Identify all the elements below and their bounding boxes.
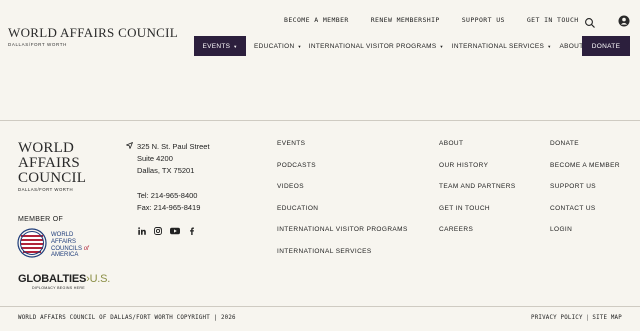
nav-ivp-label: INTERNATIONAL VISITOR PROGRAMS	[308, 42, 437, 50]
copyright-divider	[0, 306, 640, 307]
instagram-icon[interactable]	[154, 227, 162, 235]
nav-events-label: EVENTS	[202, 42, 231, 50]
top-utility-nav: BECOME A MEMBER RENEW MEMBERSHIP SUPPORT…	[284, 16, 579, 24]
footer-logo-line: WORLD	[18, 140, 74, 156]
wacca-of: of	[83, 245, 89, 252]
footer-link-donate[interactable]: DONATE	[550, 140, 620, 162]
address-line: Dallas, TX 75201	[137, 166, 195, 176]
legal-links: PRIVACY POLICY | SITE MAP	[531, 315, 622, 321]
user-icon[interactable]	[618, 14, 630, 27]
nav-ivp[interactable]: INTERNATIONAL VISITOR PROGRAMS ▼	[309, 36, 444, 56]
address: 325 N. St. Paul Street Suite 4200 Dallas…	[137, 141, 210, 178]
footer-link-services[interactable]: INTERNATIONAL SERVICES	[277, 248, 408, 270]
address-line: Suite 4200	[137, 154, 173, 164]
chevron-down-icon: ▼	[233, 43, 238, 49]
nav-education[interactable]: EDUCATION ▼	[254, 36, 302, 56]
donate-button[interactable]: DONATE	[582, 36, 630, 56]
get-in-touch-link[interactable]: GET IN TOUCH	[527, 16, 579, 24]
phone-number[interactable]: Tel: 214-965-8400	[137, 191, 197, 200]
global-ties-global: GLOBAL	[18, 273, 63, 285]
main-nav: EVENTS ▼ EDUCATION ▼ INTERNATIONAL VISITOR…	[194, 36, 591, 56]
nav-events[interactable]: EVENTS ▼	[194, 36, 246, 56]
footer-link-team[interactable]: TEAM AND PARTNERS	[439, 183, 516, 205]
footer-logo-subtitle: DALLAS/FORT WORTH	[18, 187, 74, 192]
footer-col-support: DONATE BECOME A MEMBER SUPPORT US CONTAC…	[550, 140, 620, 248]
logo-subtitle: DALLAS/FORT WORTH	[8, 42, 67, 47]
support-us-link[interactable]: SUPPORT US	[462, 16, 505, 24]
nav-services-label: INTERNATIONAL SERVICES	[451, 42, 545, 50]
wacca-line: AMERICA	[51, 252, 79, 259]
wacca-councils: COUNCILS	[51, 245, 83, 252]
footer-logo-line: COUNCIL	[18, 170, 87, 186]
footer-divider	[0, 120, 640, 121]
wacca-line: WORLD	[51, 232, 74, 239]
footer-link-support-us[interactable]: SUPPORT US	[550, 183, 620, 205]
footer-link-ivp[interactable]: INTERNATIONAL VISITOR PROGRAMS	[277, 226, 408, 248]
become-member-link[interactable]: BECOME A MEMBER	[284, 16, 349, 24]
wacca-line: AFFAIRS	[51, 238, 77, 245]
copyright-text: WORLD AFFAIRS COUNCIL OF DALLAS/FORT WOR…	[18, 315, 236, 321]
footer-col-programs: EVENTS PODCASTS VIDEOS EDUCATION INTERNA…	[277, 140, 408, 270]
renew-membership-link[interactable]: RENEW MEMBERSHIP	[371, 16, 440, 24]
footer-col-about: ABOUT OUR HISTORY TEAM AND PARTNERS GET …	[439, 140, 516, 248]
global-ties-tagline: DIPLOMACY BEGINS HERE	[32, 286, 85, 290]
footer-link-events[interactable]: EVENTS	[277, 140, 408, 162]
footer-link-become-member[interactable]: BECOME A MEMBER	[550, 162, 620, 184]
footer-link-videos[interactable]: VIDEOS	[277, 183, 408, 205]
global-ties-us-text: U.S.	[89, 273, 111, 285]
wacca-line: COUNCILS of	[51, 246, 89, 253]
nav-services[interactable]: INTERNATIONAL SERVICES ▼	[452, 36, 552, 56]
search-icon[interactable]	[584, 16, 596, 28]
location-arrow-icon	[126, 142, 133, 149]
chevron-down-icon: ▼	[439, 43, 444, 49]
address-line: 325 N. St. Paul Street	[137, 142, 210, 151]
wacca-logo[interactable]: WORLD AFFAIRS COUNCILS of AMERICA	[17, 228, 89, 263]
nav-education-label: EDUCATION	[254, 42, 295, 50]
footer-link-contact-us[interactable]: CONTACT US	[550, 205, 620, 227]
global-ties-logo[interactable]: GLOBALTIES›U.S. DIPLOMACY BEGINS HERE	[18, 273, 110, 290]
privacy-policy-link[interactable]: PRIVACY POLICY	[531, 315, 583, 321]
facebook-icon[interactable]	[188, 227, 196, 235]
social-links	[138, 227, 204, 235]
nav-about-label: ABOUT	[559, 42, 584, 50]
footer-logo[interactable]: WORLD AFFAIRS COUNCIL DALLAS/FORT WORTH	[18, 140, 87, 193]
footer-link-about[interactable]: ABOUT	[439, 140, 516, 162]
youtube-icon[interactable]	[170, 227, 180, 235]
footer-link-get-in-touch[interactable]: GET IN TOUCH	[439, 205, 516, 227]
global-ties-us: ›U.S.	[86, 273, 110, 285]
footer-link-careers[interactable]: CAREERS	[439, 226, 516, 248]
chevron-down-icon: ▼	[547, 43, 552, 49]
footer-link-login[interactable]: LOGIN	[550, 226, 620, 248]
linkedin-icon[interactable]	[138, 227, 146, 235]
wacca-emblem-icon	[17, 228, 47, 263]
footer-logo-line: AFFAIRS	[18, 155, 80, 171]
site-map-link[interactable]: SITE MAP	[592, 315, 622, 321]
global-ties-wordmark: GLOBALTIES›U.S.	[18, 273, 110, 285]
header-logo[interactable]: WORLD AFFAIRS COUNCIL DALLAS/FORT WORTH	[8, 25, 178, 47]
footer-link-history[interactable]: OUR HISTORY	[439, 162, 516, 184]
footer-link-podcasts[interactable]: PODCASTS	[277, 162, 408, 184]
chevron-down-icon: ▼	[297, 43, 302, 49]
legal-separator: |	[585, 315, 590, 321]
global-ties-ties: TIES	[62, 273, 87, 285]
wacca-text: WORLD AFFAIRS COUNCILS of AMERICA	[51, 232, 89, 258]
member-of-label: MEMBER OF	[18, 216, 64, 223]
logo-title: WORLD AFFAIRS COUNCIL	[8, 25, 179, 40]
footer-link-education[interactable]: EDUCATION	[277, 205, 408, 227]
fax-number: Fax: 214-965-8419	[137, 203, 201, 212]
